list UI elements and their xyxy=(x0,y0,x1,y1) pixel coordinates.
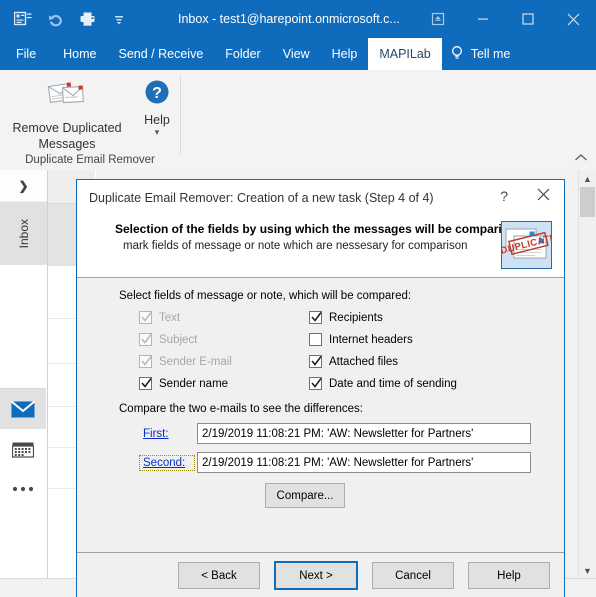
next-button[interactable]: Next > xyxy=(274,561,358,590)
reading-pane-scrollbar[interactable]: ▲ ▼ xyxy=(578,170,596,579)
minimize-icon[interactable] xyxy=(460,0,505,38)
ribbon-tab-strip: File Home Send / Receive Folder View Hel… xyxy=(0,38,596,70)
tab-file[interactable]: File xyxy=(0,38,52,70)
window-controls xyxy=(415,0,596,38)
dialog-title: Duplicate Email Remover: Creation of a n… xyxy=(89,191,434,205)
scrollbar-thumb[interactable] xyxy=(580,187,595,217)
compare-button[interactable]: Compare... xyxy=(265,483,345,508)
chevron-down-icon[interactable]: ▾ xyxy=(155,128,160,137)
checkbox-sender-name-label: Sender name xyxy=(159,377,229,390)
checkbox-date-and-time-of-sending[interactable]: Date and time of sending xyxy=(309,377,519,390)
cancel-button[interactable]: Cancel xyxy=(372,562,454,589)
quick-access-toolbar xyxy=(0,5,134,33)
tab-mapilab[interactable]: MAPILab xyxy=(368,38,442,70)
dialog-header-subtitle: mark fields of message or note which are… xyxy=(123,240,468,252)
checkbox-internet-headers-label: Internet headers xyxy=(329,333,413,346)
fields-checkbox-grid: Text Recipients Subject Internet headers… xyxy=(139,311,519,390)
compare-second-row: Second: 2/19/2019 11:08:21 PM: 'AW: News… xyxy=(139,452,564,473)
help-circle-icon: ? xyxy=(142,78,172,113)
duplicate-stamp-icon: DUPLICATE xyxy=(499,221,558,269)
checkbox-sender-name[interactable]: Sender name xyxy=(139,377,309,390)
tab-view[interactable]: View xyxy=(272,38,321,70)
window-title: Inbox - test1@harepoint.onmicrosoft.c... xyxy=(178,12,400,26)
duplicate-messages-icon xyxy=(44,78,90,120)
checkbox-attached-files-label: Attached files xyxy=(329,355,399,368)
first-email-value[interactable]: 2/19/2019 11:08:21 PM: 'AW: Newsletter f… xyxy=(197,423,531,444)
checkbox-text-label: Text xyxy=(159,311,181,324)
more-options-icon[interactable] xyxy=(0,469,46,509)
help-button-label: Help xyxy=(144,113,170,127)
checkbox-date-and-time-box[interactable] xyxy=(309,377,322,390)
svg-text:?: ? xyxy=(152,85,162,102)
checkbox-sender-email-label: Sender E-mail xyxy=(159,355,232,368)
checkbox-text[interactable]: Text xyxy=(139,311,309,324)
remove-duplicated-messages-button[interactable]: Remove Duplicated Messages xyxy=(0,78,134,152)
checkbox-recipients-box[interactable] xyxy=(309,311,322,324)
calendar-icon[interactable] xyxy=(0,429,46,469)
dialog-help-button[interactable]: Help xyxy=(468,562,550,589)
remove-duplicated-messages-label: Remove Duplicated Messages xyxy=(12,121,122,151)
outlook-title-bar: Inbox - test1@harepoint.onmicrosoft.c... xyxy=(0,0,596,38)
scroll-down-icon[interactable]: ▼ xyxy=(579,562,596,579)
outlook-icon[interactable] xyxy=(8,5,38,33)
duplicate-email-remover-dialog: Duplicate Email Remover: Creation of a n… xyxy=(76,179,565,597)
back-button[interactable]: < Back xyxy=(178,562,260,589)
app-window: Inbox - test1@harepoint.onmicrosoft.c...… xyxy=(0,0,596,597)
checkbox-sender-email[interactable]: Sender E-mail xyxy=(139,355,309,368)
checkbox-text-box[interactable] xyxy=(139,311,152,324)
expand-folder-pane-button[interactable]: ❯ xyxy=(0,170,47,202)
dialog-footer: < Back Next > Cancel Help xyxy=(77,552,564,597)
mail-icon[interactable] xyxy=(0,389,46,429)
fields-section-label: Select fields of message or note, which … xyxy=(119,290,412,302)
undo-icon[interactable] xyxy=(40,5,70,33)
close-icon[interactable] xyxy=(550,0,596,38)
checkbox-subject[interactable]: Subject xyxy=(139,333,309,346)
scroll-up-icon[interactable]: ▲ xyxy=(579,170,596,187)
dialog-header: Selection of the fields by using which t… xyxy=(77,216,564,278)
collapse-ribbon-icon[interactable] xyxy=(574,151,588,166)
checkbox-attached-files-box[interactable] xyxy=(309,355,322,368)
ribbon-group-duplicate-email-remover: Remove Duplicated Messages ? Help ▾ Dupl… xyxy=(0,70,180,169)
module-switcher xyxy=(0,389,46,509)
folder-pane-inbox-tab[interactable]: Inbox xyxy=(0,202,47,265)
ribbon: Remove Duplicated Messages ? Help ▾ Dupl… xyxy=(0,70,596,171)
checkbox-subject-box[interactable] xyxy=(139,333,152,346)
compare-section-label: Compare the two e-mails to see the diffe… xyxy=(119,403,363,415)
checkbox-attached-files[interactable]: Attached files xyxy=(309,355,519,368)
checkbox-subject-label: Subject xyxy=(159,333,198,346)
ribbon-display-options-icon[interactable] xyxy=(415,0,460,38)
folder-pane-inbox-label: Inbox xyxy=(16,218,31,249)
checkbox-sender-name-box[interactable] xyxy=(139,377,152,390)
tab-home[interactable]: Home xyxy=(52,38,107,70)
tab-folder[interactable]: Folder xyxy=(214,38,271,70)
print-icon[interactable] xyxy=(72,5,102,33)
dialog-header-title: Selection of the fields by using which t… xyxy=(115,222,517,236)
help-button[interactable]: ? Help ▾ xyxy=(134,78,180,137)
checkbox-internet-headers-box[interactable] xyxy=(309,333,322,346)
dialog-help-icon[interactable]: ? xyxy=(500,188,508,204)
checkbox-date-and-time-label: Date and time of sending xyxy=(329,377,457,390)
checkbox-internet-headers[interactable]: Internet headers xyxy=(309,333,519,346)
maximize-icon[interactable] xyxy=(505,0,550,38)
ribbon-group-label: Duplicate Email Remover xyxy=(25,154,155,166)
lightbulb-icon xyxy=(450,45,464,64)
compare-first-row: First: 2/19/2019 11:08:21 PM: 'AW: Newsl… xyxy=(139,423,564,444)
navigation-rail: ❯ Inbox xyxy=(0,170,48,579)
second-email-link[interactable]: Second: xyxy=(139,454,195,471)
ribbon-group-divider xyxy=(180,76,181,154)
tell-me-label: Tell me xyxy=(470,47,511,61)
first-email-link[interactable]: First: xyxy=(139,428,197,440)
checkbox-sender-email-box[interactable] xyxy=(139,355,152,368)
dialog-title-bar: Duplicate Email Remover: Creation of a n… xyxy=(77,180,564,216)
dialog-close-icon[interactable] xyxy=(537,188,550,204)
tell-me-search[interactable]: Tell me xyxy=(442,38,521,70)
checkbox-recipients-label: Recipients xyxy=(329,311,383,324)
second-email-value[interactable]: 2/19/2019 11:08:21 PM: 'AW: Newsletter f… xyxy=(197,452,531,473)
tab-help[interactable]: Help xyxy=(321,38,369,70)
tab-send-receive[interactable]: Send / Receive xyxy=(108,38,215,70)
dialog-body: Select fields of message or note, which … xyxy=(77,278,564,508)
checkbox-recipients[interactable]: Recipients xyxy=(309,311,519,324)
customize-quick-access-icon[interactable] xyxy=(104,5,134,33)
